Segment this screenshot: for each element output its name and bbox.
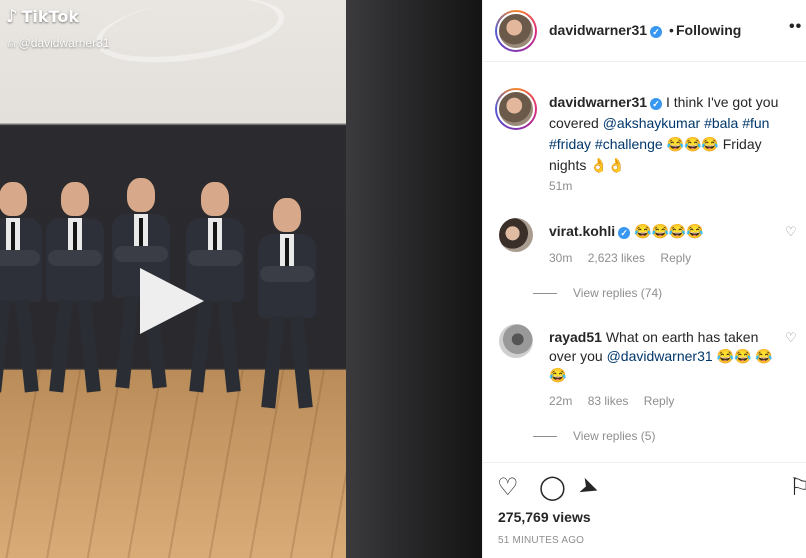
more-options-icon[interactable]: •• [789, 18, 802, 36]
hashtag-link[interactable]: #challenge [595, 136, 663, 152]
mention-link[interactable]: @davidwarner31 [607, 348, 713, 364]
view-count[interactable]: 275,769 views [498, 509, 591, 525]
like-comment-heart-icon[interactable]: ♡ [785, 330, 797, 346]
reply-button[interactable]: Reply [644, 394, 675, 408]
mention-link[interactable]: @akshaykumar [603, 115, 700, 131]
caption-username[interactable]: davidwarner31 [549, 94, 647, 110]
view-replies-button[interactable]: View replies (74) [533, 286, 662, 300]
comment-meta: 30m 2,623 likes Reply [549, 251, 703, 265]
tiktok-brand-label: TikTok [21, 7, 79, 26]
comment-body: 😂😂😂😂 [634, 223, 704, 239]
post-timestamp: 51 MINUTES AGO [498, 535, 585, 546]
comment-time: 30m [549, 251, 573, 265]
dancer-figure [44, 182, 106, 397]
view-replies-button[interactable]: View replies (5) [533, 429, 655, 443]
verified-badge-icon: ✓ [650, 98, 663, 110]
caption-emojis: 😂😂😂 [666, 136, 719, 152]
avatar[interactable] [499, 324, 533, 358]
caption-time: 51m [549, 179, 573, 193]
comment-likes[interactable]: 83 likes [588, 394, 629, 408]
following-button[interactable]: Following [676, 22, 741, 38]
verified-badge-icon: ✓ [650, 26, 663, 38]
tiktok-watermark: ♪ TikTok [6, 6, 79, 27]
comment-emojis: 😂😂 [716, 348, 752, 364]
tiktok-handle: ⍝ @davidwarner31 [8, 36, 110, 50]
share-icon[interactable]: ➤ [575, 470, 604, 504]
like-comment-heart-icon[interactable]: ♡ [785, 224, 797, 240]
comment-username[interactable]: rayad51 [549, 329, 602, 345]
post-actions: ♡ ◯ ➤ ⚐ 275,769 views 51 MINUTES AGO [483, 462, 806, 558]
comment-text: virat.kohli ✓ 😂😂😂😂 [549, 222, 789, 241]
avatar[interactable] [495, 10, 537, 52]
avatar[interactable] [495, 88, 537, 130]
reply-button[interactable]: Reply [660, 251, 691, 265]
verified-badge-icon: ✓ [618, 227, 631, 239]
hashtag-link[interactable]: #bala [704, 115, 738, 131]
play-icon[interactable] [140, 268, 204, 334]
replies-divider [533, 292, 557, 294]
comment-likes[interactable]: 2,623 likes [588, 251, 645, 265]
dancer-figure [256, 198, 318, 413]
hashtag-link[interactable]: #fun [742, 115, 769, 131]
bookmark-icon[interactable]: ⚐ [789, 473, 806, 502]
comment-text: rayad51 What on earth has taken over you… [549, 328, 789, 385]
comment-time: 22m [549, 394, 573, 408]
avatar[interactable] [499, 218, 533, 252]
tiktok-logo-icon: ♪ [6, 6, 18, 27]
replies-divider [533, 435, 557, 437]
caption-text: davidwarner31 ✓ I think I've got you cove… [549, 92, 799, 176]
caption-outro-emojis: 👌👌 [590, 157, 626, 173]
dancer-figure [0, 182, 44, 397]
video-side-wall [346, 0, 482, 558]
hashtag-link[interactable]: #friday [549, 136, 591, 152]
post-author-username[interactable]: davidwarner31 ✓ [549, 22, 663, 38]
user-icon: ⍝ [8, 36, 16, 50]
post-header: davidwarner31 ✓ • Following •• [483, 0, 806, 62]
comment-meta: 22m 83 likes Reply [549, 394, 686, 408]
header-separator: • [669, 22, 674, 38]
comment-username[interactable]: virat.kohli [549, 223, 615, 239]
video-player[interactable]: ♪ TikTok ⍝ @davidwarner31 [0, 0, 482, 558]
heart-icon[interactable]: ♡ [497, 473, 519, 502]
comment-icon[interactable]: ◯ [539, 473, 566, 502]
post-panel: davidwarner31 ✓ • Following •• davidwarne… [482, 0, 806, 558]
